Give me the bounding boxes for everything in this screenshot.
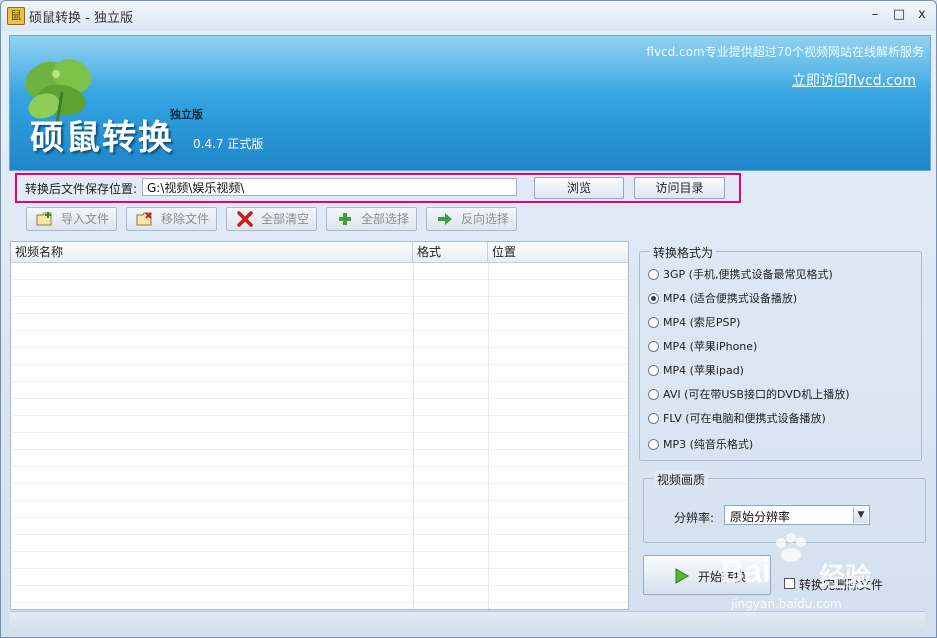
remove-file-label: 移除文件 bbox=[161, 212, 210, 226]
start-convert-label: 开始转换 bbox=[698, 570, 747, 584]
clear-all-button[interactable]: 全部清空 bbox=[226, 207, 317, 231]
red-x-icon bbox=[237, 211, 253, 227]
list-body[interactable] bbox=[11, 263, 628, 609]
column-header-name[interactable]: 视频名称 bbox=[11, 242, 413, 262]
banner-slogan: flvcd.com专业提供超过70个视频网站在线解析服务 bbox=[646, 45, 924, 59]
watermark-url: jingyan.baidu.com bbox=[731, 597, 842, 611]
radio-button[interactable] bbox=[648, 341, 659, 352]
browse-button[interactable]: 浏览 bbox=[534, 177, 624, 199]
clear-all-label: 全部清空 bbox=[261, 212, 310, 226]
maximize-button[interactable]: □ bbox=[889, 6, 909, 24]
invert-selection-label: 反向选择 bbox=[461, 212, 510, 226]
radio-button[interactable] bbox=[648, 389, 659, 400]
close-button[interactable]: x bbox=[912, 6, 932, 24]
mouse-app-icon[interactable]: 鼠 bbox=[7, 7, 25, 25]
start-convert-button[interactable]: 开始转换 bbox=[643, 555, 771, 595]
chevron-down-icon[interactable]: ▼ bbox=[853, 507, 868, 523]
play-icon bbox=[675, 568, 689, 584]
quality-group: 视频画质 分辨率: 原始分辨率 ▼ bbox=[643, 471, 926, 543]
select-all-button[interactable]: 全部选择 bbox=[326, 207, 417, 231]
logo-edition: 独立版 bbox=[170, 108, 203, 121]
delete-after-label: 转换完删除文件 bbox=[799, 578, 884, 592]
quality-group-title: 视频画质 bbox=[654, 471, 709, 488]
delete-after-checkbox[interactable] bbox=[784, 578, 795, 589]
radio-button[interactable] bbox=[648, 269, 659, 280]
list-header: 视频名称 格式 位置 bbox=[11, 242, 628, 263]
logo-title: 硕鼠转换 bbox=[30, 118, 174, 158]
radio-button[interactable] bbox=[648, 365, 659, 376]
radio-button[interactable] bbox=[648, 317, 659, 328]
status-bar bbox=[10, 611, 925, 632]
invert-selection-button[interactable]: 反向选择 bbox=[426, 207, 517, 231]
radio-button[interactable] bbox=[648, 413, 659, 424]
video-file-list[interactable]: 视频名称 格式 位置 bbox=[10, 241, 629, 610]
column-header-format[interactable]: 格式 bbox=[413, 242, 488, 262]
import-file-button[interactable]: 导入文件 bbox=[26, 207, 117, 231]
remove-file-button[interactable]: 移除文件 bbox=[126, 207, 217, 231]
save-path-label: 转换后文件保存位置: bbox=[25, 182, 138, 196]
banner: 硕鼠转换 独立版 0.4.7 正式版 flvcd.com专业提供超过70个视频网… bbox=[9, 35, 931, 171]
import-file-label: 导入文件 bbox=[61, 212, 110, 226]
save-path-row: 转换后文件保存位置: bbox=[15, 173, 741, 203]
format-group-title: 转换格式为 bbox=[650, 244, 717, 261]
save-path-input[interactable] bbox=[142, 178, 517, 196]
window-title: 硕鼠转换 - 独立版 bbox=[29, 11, 133, 26]
app-window: 鼠 硕鼠转换 - 独立版 – □ x 硕鼠转换 独立版 0.4.7 正式版 fl… bbox=[0, 0, 937, 638]
radio-button[interactable] bbox=[648, 439, 659, 450]
select-all-label: 全部选择 bbox=[361, 212, 410, 226]
resolution-select[interactable]: 原始分辨率 ▼ bbox=[724, 505, 870, 525]
folder-add-icon bbox=[36, 212, 52, 226]
radio-button-selected[interactable] bbox=[648, 293, 659, 304]
resolution-value: 原始分辨率 bbox=[730, 510, 791, 524]
visit-flvcd-link[interactable]: 立即访问flvcd.com bbox=[792, 70, 916, 90]
green-plus-icon bbox=[339, 213, 351, 225]
column-header-location[interactable]: 位置 bbox=[488, 242, 628, 262]
open-directory-button[interactable]: 访问目录 bbox=[634, 177, 725, 199]
version-label: 0.4.7 正式版 bbox=[193, 137, 264, 151]
minimize-button[interactable]: – bbox=[865, 6, 885, 24]
green-arrow-right-icon bbox=[438, 213, 452, 225]
title-bar[interactable]: 鼠 硕鼠转换 - 独立版 – □ x bbox=[1, 1, 936, 31]
resolution-label: 分辨率: bbox=[674, 511, 715, 525]
folder-remove-icon bbox=[136, 212, 152, 226]
format-group: 转换格式为 3GP (手机,便携式设备最常见格式) MP4 (适合便携式设备播放… bbox=[639, 244, 922, 461]
